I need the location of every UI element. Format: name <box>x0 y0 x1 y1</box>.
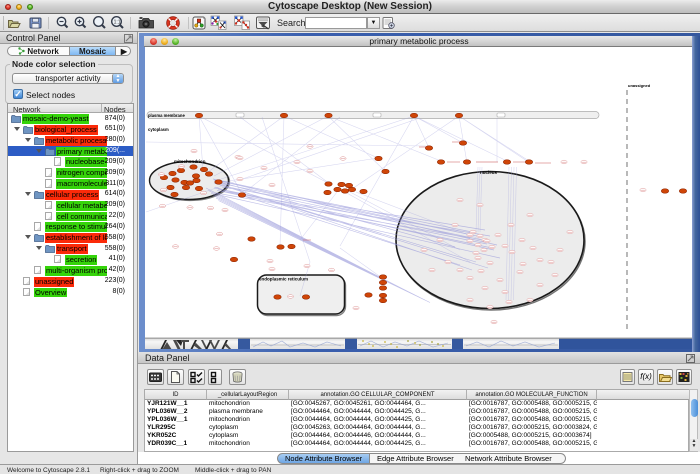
svg-text:nucleus: nucleus <box>480 170 498 175</box>
svg-text:plasma membrane: plasma membrane <box>148 113 185 118</box>
svg-text:endoplasmic reticulum: endoplasmic reticulum <box>259 277 308 282</box>
svg-text:unassigned: unassigned <box>628 83 651 88</box>
svg-text:mitochondrion: mitochondrion <box>174 159 206 164</box>
svg-text:1:1: 1:1 <box>114 20 121 26</box>
svg-text:cytoplasm: cytoplasm <box>148 127 169 132</box>
